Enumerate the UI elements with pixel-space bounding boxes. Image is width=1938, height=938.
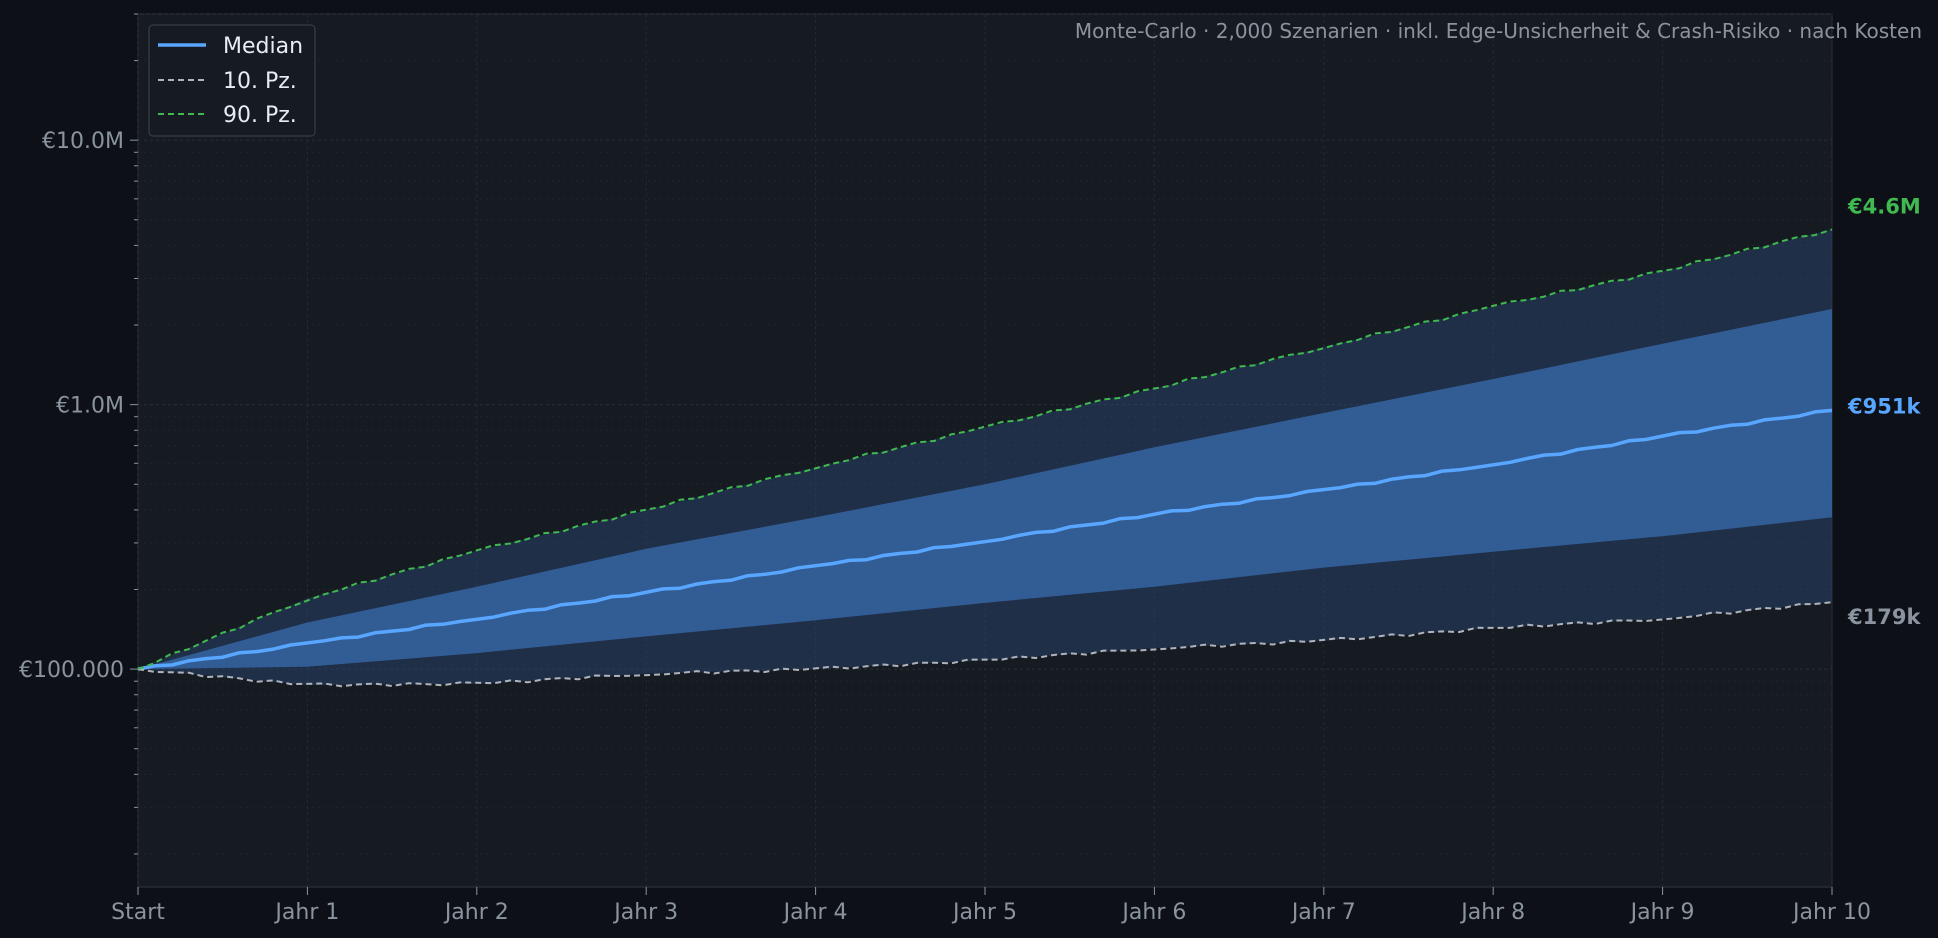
monte-carlo-chart: Start Jahr 1 Jahr 2 Jahr 3 Jahr 4 Jahr 5 Jahr … — [19, 13, 1922, 925]
x-tick-label: Start — [111, 900, 165, 925]
x-tick-label: Jahr 9 — [1629, 900, 1695, 925]
y-tick-label: €100.000 — [19, 658, 124, 683]
x-tick-label: Jahr 2 — [443, 900, 509, 925]
x-tick-label: Jahr 1 — [273, 900, 339, 925]
end-label-layer: €4.6M €951k €179k — [1847, 194, 1921, 629]
legend: Median 10. Pz. 90. Pz. — [148, 24, 316, 137]
legend-p10-label: 10. Pz. — [223, 69, 297, 94]
y-tick-label: €1.0M — [56, 394, 124, 419]
end-value-label: €951k — [1847, 394, 1921, 418]
x-tick-label: Jahr 6 — [1120, 900, 1186, 925]
x-tick-label: Jahr 3 — [612, 900, 678, 925]
x-tick-label: Jahr 5 — [951, 900, 1017, 925]
y-tick-label: €10.0M — [42, 129, 124, 154]
legend-p90-label: 90. Pz. — [223, 103, 297, 128]
end-value-label: €179k — [1847, 605, 1921, 629]
end-value-label: €4.6M — [1847, 194, 1921, 218]
x-tick-label: Jahr 4 — [782, 900, 848, 925]
x-tick-label: Jahr 7 — [1290, 900, 1356, 925]
legend-median-label: Median — [223, 34, 303, 59]
x-tick-label: Jahr 10 — [1791, 900, 1871, 925]
x-tick-label: Jahr 8 — [1459, 900, 1525, 925]
chart-annotation: Monte-Carlo · 2,000 Szenarien · inkl. Ed… — [1075, 19, 1922, 43]
